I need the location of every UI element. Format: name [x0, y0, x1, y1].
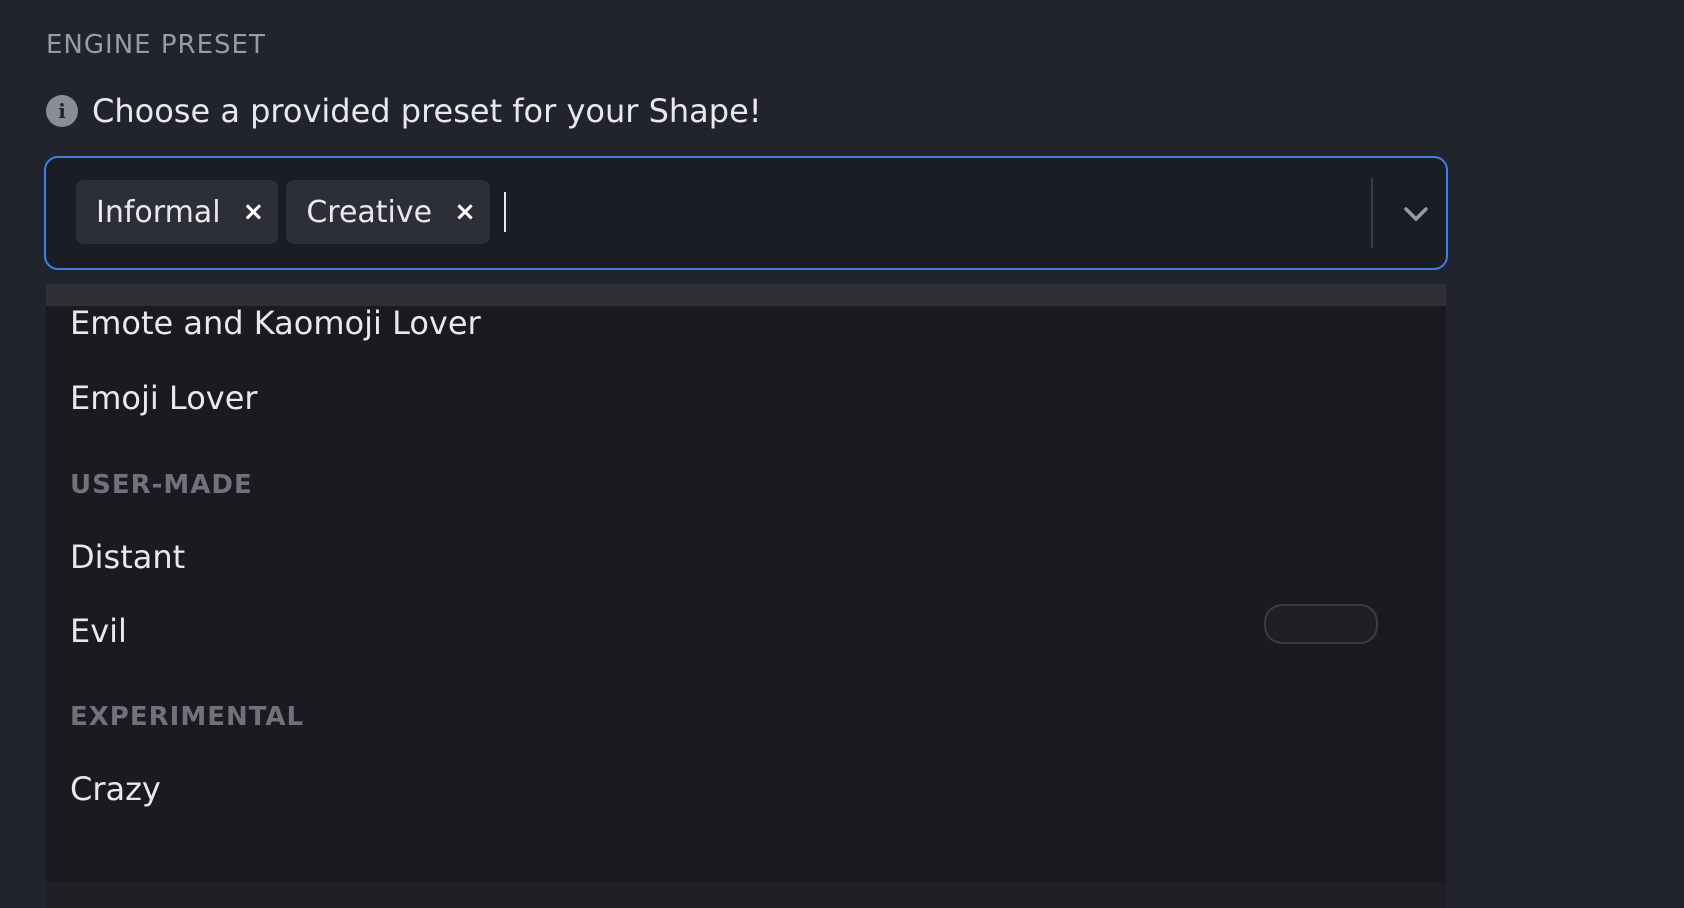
- tag-creative: Creative ×: [286, 180, 490, 244]
- option-crazy[interactable]: Crazy: [70, 770, 161, 808]
- option-distant[interactable]: Distant: [70, 538, 185, 576]
- info-icon: i: [46, 95, 78, 127]
- selected-tags: Informal × Creative ×: [76, 180, 506, 244]
- menu-footer: [46, 882, 1446, 908]
- highlighted-option[interactable]: [46, 284, 1446, 306]
- option-emoji-lover[interactable]: Emoji Lover: [70, 379, 258, 417]
- tag-label: Creative: [306, 194, 433, 230]
- tag-remove-icon[interactable]: ×: [243, 199, 265, 225]
- option-emote-and-kaomoji-lover[interactable]: Emote and Kaomoji Lover: [70, 304, 481, 342]
- chevron-down-icon[interactable]: [1396, 194, 1436, 234]
- hint-text: Choose a provided preset for your Shape!: [92, 92, 762, 130]
- preset-multiselect[interactable]: Informal × Creative ×: [44, 156, 1448, 270]
- footer-button[interactable]: [1264, 604, 1378, 644]
- preset-dropdown-menu: Emote and Kaomoji Lover Emoji Lover USER…: [46, 284, 1446, 908]
- option-evil[interactable]: Evil: [70, 612, 127, 650]
- text-caret[interactable]: [503, 192, 506, 232]
- tag-remove-icon[interactable]: ×: [454, 199, 476, 225]
- tag-informal: Informal ×: [76, 180, 279, 244]
- group-label-experimental: EXPERIMENTAL: [70, 702, 305, 732]
- hint-row: i Choose a provided preset for your Shap…: [46, 92, 762, 130]
- section-label: ENGINE PRESET: [46, 30, 266, 60]
- group-label-user-made: USER-MADE: [70, 470, 253, 500]
- engine-preset-panel: ENGINE PRESET i Choose a provided preset…: [0, 0, 1684, 908]
- tag-label: Informal: [96, 194, 221, 230]
- select-divider: [1371, 178, 1373, 248]
